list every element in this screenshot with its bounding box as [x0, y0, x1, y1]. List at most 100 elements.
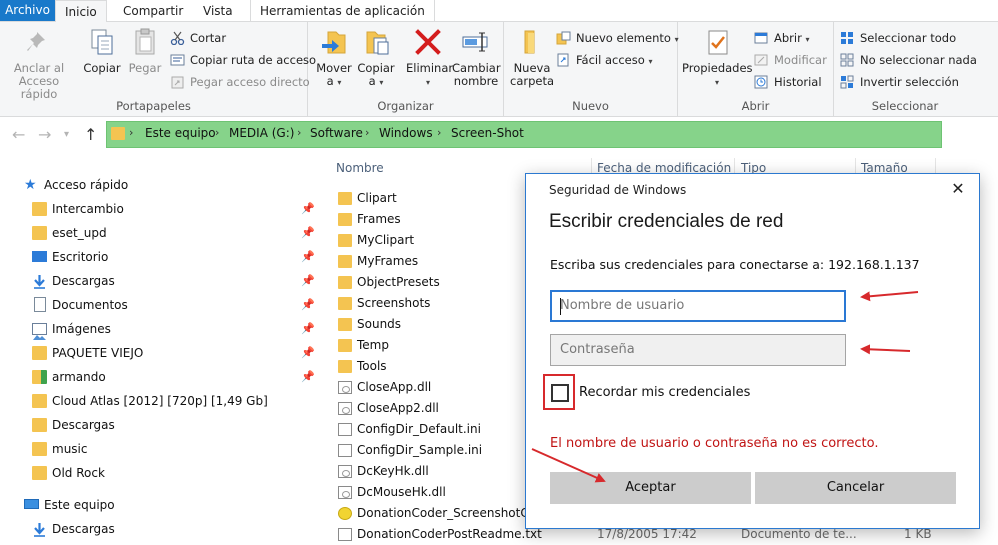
download-icon: [32, 273, 47, 289]
open-button[interactable]: Abrir ▾: [754, 28, 810, 48]
tab-herramientas-aplicacion[interactable]: Herramientas de aplicación: [250, 0, 435, 22]
select-all-button[interactable]: Seleccionar todo: [840, 28, 956, 48]
new-folder-button[interactable]: Nueva carpeta: [510, 26, 554, 88]
rename-button[interactable]: Cambiar nombre: [452, 26, 501, 88]
history-button[interactable]: Historial: [754, 72, 822, 92]
images-icon: [32, 323, 47, 340]
pin-icon[interactable]: 📌: [301, 269, 315, 293]
sidebar-item-cloud-atlas[interactable]: Cloud Atlas [2012] [720p] [1,49 Gb]: [0, 389, 320, 413]
download-icon: [32, 521, 47, 537]
delete-x-icon: [412, 26, 444, 58]
close-icon[interactable]: ✕: [946, 179, 970, 198]
sidebar-item-pc-descargas[interactable]: Descargas: [0, 517, 320, 541]
abrir-group-label: Abrir: [741, 99, 770, 113]
sidebar-item-escritorio[interactable]: Escritorio 📌: [0, 245, 320, 269]
breadcrumb-separator-icon[interactable]: ›: [297, 126, 301, 139]
sidebar-item-este-equipo[interactable]: Este equipo: [0, 493, 320, 517]
pin-icon[interactable]: 📌: [301, 197, 315, 221]
credentials-dialog: Seguridad de Windows ✕ Escribir credenci…: [525, 173, 980, 529]
sidebar-item-eset-upd[interactable]: eset_upd 📌: [0, 221, 320, 245]
folder-icon: [32, 226, 47, 240]
select-all-label: Seleccionar todo: [860, 31, 957, 45]
folder-icon: [338, 255, 352, 268]
username-field[interactable]: Nombre de usuario: [550, 290, 846, 322]
sidebar-item-descargas[interactable]: Descargas 📌: [0, 269, 320, 293]
cancel-button[interactable]: Cancelar: [755, 472, 956, 504]
breadcrumb-separator-icon[interactable]: ›: [365, 126, 369, 139]
dll-file-icon: [338, 486, 352, 499]
organizar-group-label: Organizar: [377, 99, 434, 113]
properties-button[interactable]: Propiedades ▾: [682, 26, 753, 89]
breadcrumb-media[interactable]: MEDIA (G:): [229, 126, 294, 140]
sidebar-item-descargas-folder[interactable]: Descargas: [0, 413, 320, 437]
folder-icon: [338, 318, 352, 331]
properties-caret: ▾: [714, 78, 719, 87]
sidebar-item-imagenes[interactable]: Imágenes 📌: [0, 317, 320, 341]
accept-button[interactable]: Aceptar: [550, 472, 751, 504]
delete-label: Eliminar: [406, 61, 454, 75]
dll-file-icon: [338, 381, 352, 394]
folder-icon: [338, 360, 352, 373]
breadcrumb-este-equipo[interactable]: Este equipo: [145, 126, 216, 140]
up-arrow-icon[interactable]: ↑: [84, 125, 97, 144]
column-header-name[interactable]: Nombre: [336, 156, 384, 180]
delete-caret: ▾: [425, 78, 430, 87]
open-label: Abrir: [774, 31, 802, 45]
sidebar-item-paquete-viejo[interactable]: PAQUETE VIEJO 📌: [0, 341, 320, 365]
invert-selection-button[interactable]: Invertir selección: [840, 72, 959, 92]
breadcrumb-windows[interactable]: Windows: [379, 126, 433, 140]
copy-path-icon: [170, 53, 185, 67]
pin-icon[interactable]: 📌: [301, 317, 315, 341]
tab-compartir[interactable]: Compartir: [114, 0, 192, 22]
ribbon: Anclar al Acceso rápido Copiar Pegar Cor…: [0, 22, 998, 117]
copy-label: Copiar: [83, 61, 121, 75]
sidebar-item-quick-access[interactable]: ★ Acceso rápido: [0, 173, 320, 197]
tab-vista[interactable]: Vista: [194, 0, 242, 22]
password-field[interactable]: Contraseña: [550, 334, 846, 366]
pin-icon[interactable]: 📌: [301, 245, 315, 269]
sidebar-item-armando[interactable]: armando 📌: [0, 365, 320, 389]
copy-path-button[interactable]: Copiar ruta de acceso: [170, 50, 316, 70]
remember-label[interactable]: Recordar mis credenciales: [579, 385, 750, 400]
pin-icon[interactable]: 📌: [301, 365, 315, 389]
sidebar-item-documentos[interactable]: Documentos 📌: [0, 293, 320, 317]
pin-icon[interactable]: 📌: [301, 221, 315, 245]
breadcrumb-separator-icon[interactable]: ›: [215, 126, 219, 139]
pin-quick-access-button[interactable]: Anclar al Acceso rápido: [4, 26, 74, 101]
folder-icon: [338, 297, 352, 310]
paste-button[interactable]: Pegar: [126, 26, 164, 75]
sidebar-item-music[interactable]: music: [0, 437, 320, 461]
breadcrumb-software[interactable]: Software: [310, 126, 363, 140]
cut-button[interactable]: Cortar: [170, 28, 226, 48]
new-item-button[interactable]: Nuevo elemento ▾: [556, 28, 679, 48]
copy-path-label: Copiar ruta de acceso: [190, 53, 317, 67]
address-bar[interactable]: › Este equipo › MEDIA (G:) › Software › …: [106, 121, 942, 148]
breadcrumb-separator-icon[interactable]: ›: [437, 126, 441, 139]
select-none-button[interactable]: No seleccionar nada: [840, 50, 977, 70]
copy-button[interactable]: Copiar: [82, 26, 122, 75]
remember-checkbox[interactable]: [551, 384, 569, 402]
pin-label-2: Acceso rápido: [18, 74, 60, 101]
sidebar-item-old-rock[interactable]: Old Rock: [0, 461, 320, 485]
breadcrumb-separator-icon[interactable]: ›: [129, 126, 133, 139]
rename-icon: [460, 26, 492, 58]
tab-archivo[interactable]: Archivo: [0, 0, 55, 21]
pin-icon[interactable]: 📌: [301, 293, 315, 317]
sidebar-item-intercambio[interactable]: Intercambio 📌: [0, 197, 320, 221]
pin-icon[interactable]: 📌: [301, 341, 315, 365]
group-portapapeles: Anclar al Acceso rápido Copiar Pegar Cor…: [0, 22, 316, 117]
forward-arrow-icon[interactable]: →: [38, 125, 51, 144]
modify-button[interactable]: Modificar: [754, 50, 827, 70]
breadcrumb-screen-shot[interactable]: Screen-Shot: [451, 126, 524, 140]
navigation-bar: ← → ▾ ↑ › Este equipo › MEDIA (G:) › Sof…: [0, 117, 998, 153]
paste-shortcut-button[interactable]: Pegar acceso directo: [170, 72, 310, 92]
recent-locations-chevron-icon[interactable]: ▾: [64, 129, 69, 140]
properties-icon: [701, 26, 733, 58]
copy-to-button[interactable]: Copiar a ▾: [356, 26, 396, 89]
delete-button[interactable]: Eliminar ▾: [406, 26, 454, 89]
easy-access-button[interactable]: Fácil acceso ▾: [556, 50, 652, 70]
move-to-button[interactable]: Mover a ▾: [314, 26, 354, 89]
tab-inicio[interactable]: Inicio: [55, 0, 107, 23]
back-arrow-icon[interactable]: ←: [12, 125, 25, 144]
modify-label: Modificar: [774, 53, 827, 67]
